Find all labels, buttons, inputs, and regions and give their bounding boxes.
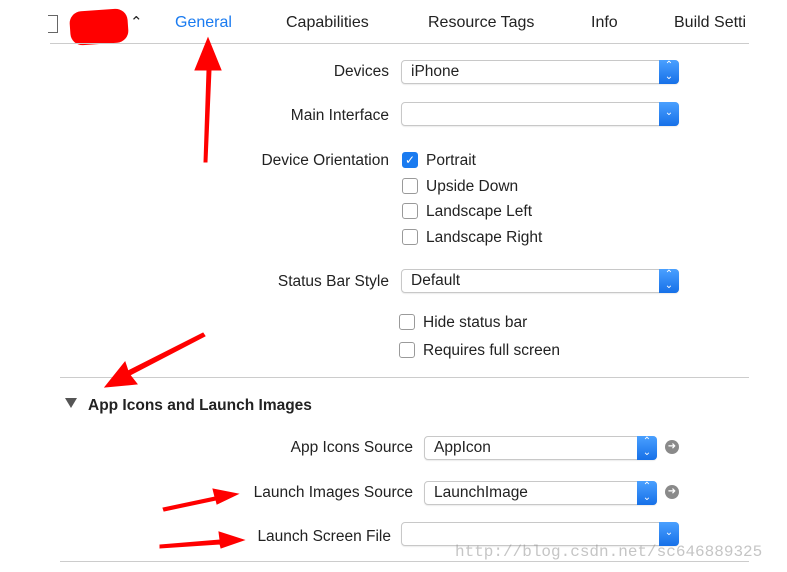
arrow-to-launch-images: [162, 488, 240, 512]
arrow-to-general: [194, 36, 222, 163]
arrow-to-section: [103, 332, 206, 388]
arrow-to-launch-screen: [159, 531, 246, 549]
annotation-arrows: [103, 36, 246, 549]
